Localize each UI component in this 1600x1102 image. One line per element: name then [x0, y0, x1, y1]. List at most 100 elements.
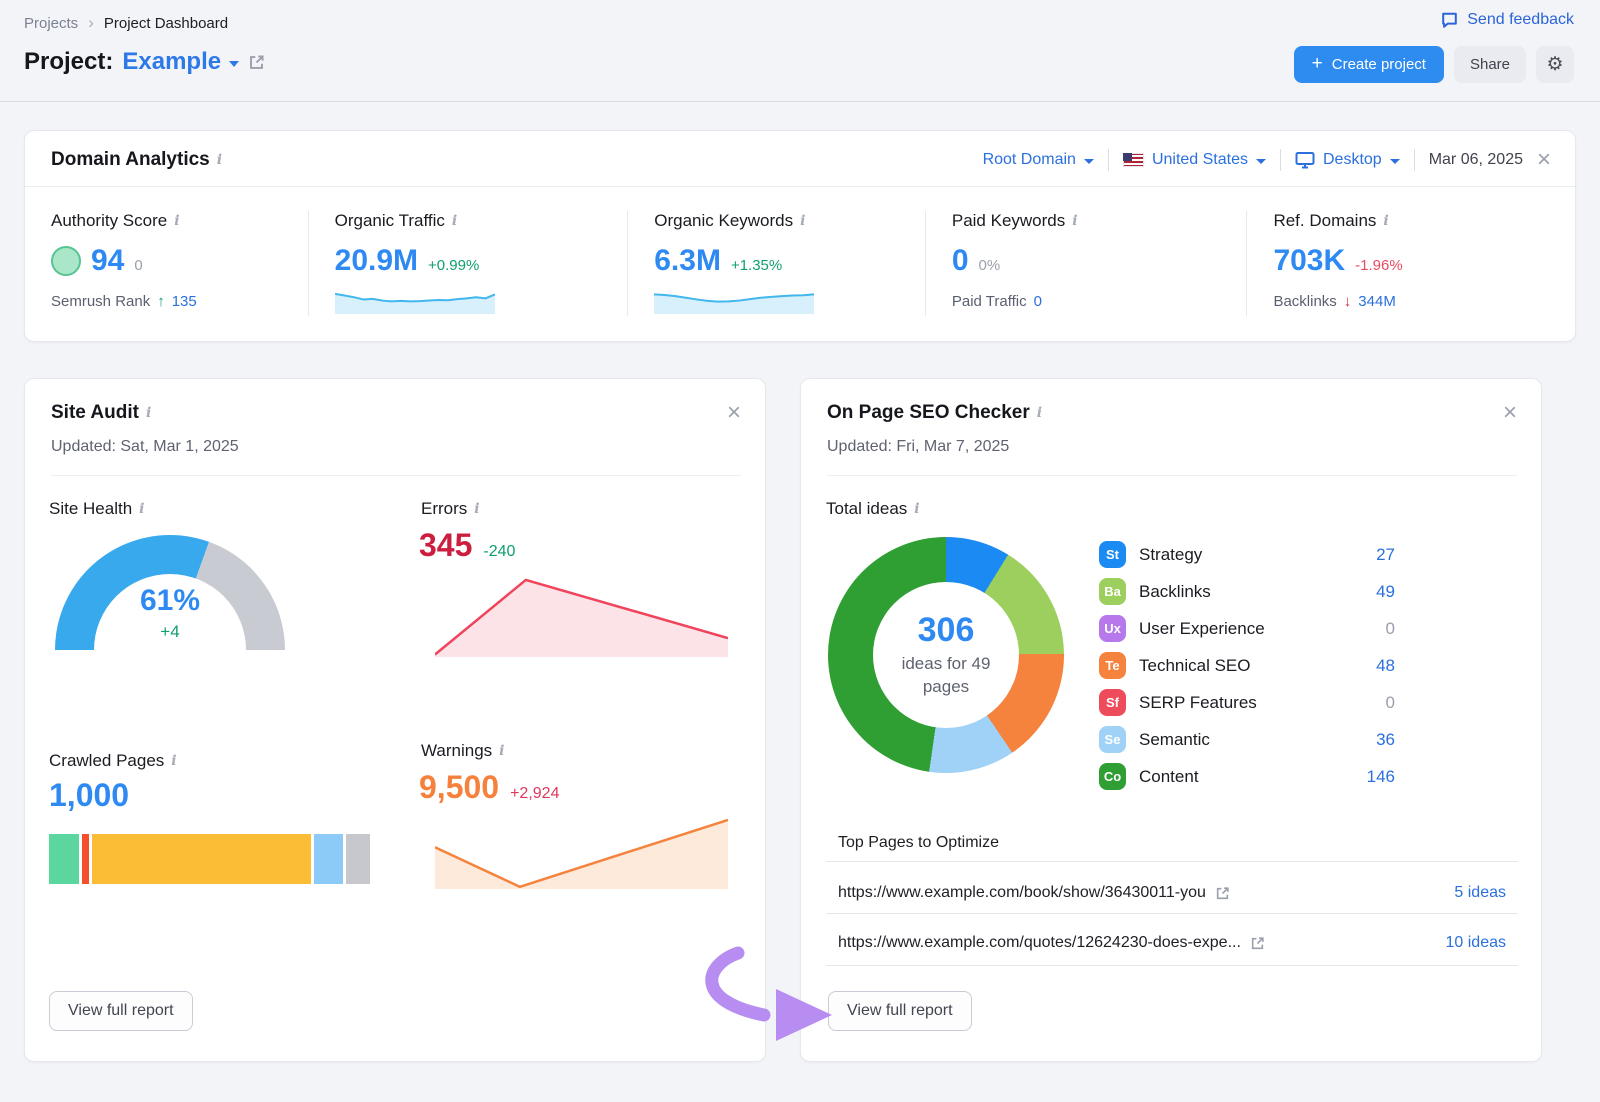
domain-analytics-metrics: Authority Score i 94 0 Semrush Rank ↑ 13…: [25, 187, 1575, 316]
ref-domains-value[interactable]: 703K: [1273, 244, 1345, 278]
close-icon[interactable]: ×: [727, 401, 741, 425]
ideas-legend: St Strategy 27 Ba Backlinks 49 Ux User E…: [1099, 536, 1395, 795]
semantic-count[interactable]: 36: [1376, 730, 1395, 750]
semrush-rank-value[interactable]: 135: [172, 293, 197, 310]
organic-keywords-value[interactable]: 6.3M: [654, 244, 721, 278]
project-name: Example: [122, 48, 221, 76]
errors-value[interactable]: 345: [419, 527, 472, 564]
info-icon[interactable]: i: [914, 501, 919, 517]
total-ideas-donut-chart: 306 ideas for 49 pages: [828, 537, 1064, 773]
technical-seo-count[interactable]: 48: [1376, 656, 1395, 676]
top-page-url: https://www.example.com/quotes/12624230-…: [838, 934, 1241, 952]
legend-row-strategy: St Strategy 27: [1099, 536, 1395, 573]
total-ideas-block: Total ideas i: [826, 499, 920, 519]
root-domain-dropdown[interactable]: Root Domain: [983, 151, 1094, 169]
backlinks-count[interactable]: 49: [1376, 582, 1395, 602]
external-link-icon: [1215, 886, 1230, 901]
crawled-pages-bar-segment: [346, 834, 370, 884]
us-flag-icon: [1123, 153, 1144, 167]
info-icon[interactable]: i: [1072, 213, 1077, 229]
site-audit-panel: Site Audit i × Updated: Sat, Mar 1, 2025…: [24, 378, 766, 1062]
chevron-down-icon: [1256, 159, 1266, 164]
filter-divider: [1280, 149, 1281, 171]
organic-keywords-sparkline: [654, 286, 814, 314]
settings-button[interactable]: ⚙: [1536, 46, 1574, 83]
project-selector[interactable]: Example: [122, 48, 239, 76]
header-actions: + Create project Share ⚙: [1294, 46, 1574, 83]
legend-row-technical-seo: Te Technical SEO 48: [1099, 647, 1395, 684]
serp-features-badge-icon: Sf: [1099, 689, 1126, 716]
top-page-url-link[interactable]: https://www.example.com/book/show/364300…: [838, 884, 1230, 902]
site-health-block: Site Health i: [49, 499, 145, 519]
create-project-button[interactable]: + Create project: [1294, 46, 1444, 83]
external-link-icon[interactable]: [248, 54, 265, 71]
user-experience-count: 0: [1386, 619, 1395, 639]
on-page-seo-updated: Updated: Fri, Mar 7, 2025: [827, 438, 1517, 456]
top-page-url-link[interactable]: https://www.example.com/quotes/12624230-…: [838, 934, 1265, 952]
domain-analytics-header: Domain Analytics i Root Domain United St…: [25, 131, 1575, 187]
site-audit-view-full-report-button[interactable]: View full report: [49, 991, 193, 1031]
domain-analytics-panel: Domain Analytics i Root Domain United St…: [24, 130, 1576, 342]
donut-caption-line1: ideas for 49: [902, 654, 991, 673]
technical-seo-badge-icon: Te: [1099, 652, 1126, 679]
crawled-pages-bar-segment: [92, 834, 310, 884]
seo-view-full-report-button[interactable]: View full report: [828, 991, 972, 1031]
warnings-value[interactable]: 9,500: [419, 769, 499, 806]
plus-icon: +: [1312, 53, 1323, 75]
country-dropdown[interactable]: United States: [1123, 151, 1266, 169]
errors-delta: -240: [483, 543, 515, 561]
arrow-down-icon: ↓: [1344, 293, 1352, 310]
strategy-label: Strategy: [1139, 545, 1202, 565]
device-dropdown[interactable]: Desktop: [1295, 151, 1400, 169]
info-icon[interactable]: i: [800, 213, 805, 229]
info-icon[interactable]: i: [146, 405, 151, 421]
info-icon[interactable]: i: [217, 152, 222, 168]
info-icon[interactable]: i: [174, 213, 179, 229]
device-label: Desktop: [1323, 151, 1382, 169]
crawled-pages-label: Crawled Pages: [49, 751, 164, 771]
backlinks-label: Backlinks: [1273, 293, 1336, 310]
domain-analytics-filters: Root Domain United States Desktop Mar 06…: [983, 148, 1551, 172]
paid-keywords-value[interactable]: 0: [952, 244, 969, 278]
strategy-count[interactable]: 27: [1376, 545, 1395, 565]
close-icon[interactable]: ×: [1537, 148, 1551, 172]
crawled-pages-value[interactable]: 1,000: [49, 777, 129, 814]
info-icon[interactable]: i: [171, 753, 176, 769]
info-icon[interactable]: i: [474, 501, 479, 517]
paid-keywords-label: Paid Keywords: [952, 211, 1065, 231]
semantic-badge-icon: Se: [1099, 726, 1126, 753]
authority-score-value[interactable]: 94: [91, 244, 124, 278]
share-button[interactable]: Share: [1454, 46, 1526, 83]
send-feedback-label: Send feedback: [1467, 11, 1574, 29]
info-icon[interactable]: i: [1383, 213, 1388, 229]
close-icon[interactable]: ×: [1503, 401, 1517, 425]
chevron-down-icon: [229, 61, 239, 67]
serp-features-label: SERP Features: [1139, 693, 1257, 713]
filter-divider: [1414, 149, 1415, 171]
date-selector[interactable]: Mar 06, 2025: [1429, 151, 1523, 169]
crawled-pages-block: Crawled Pages i: [49, 751, 177, 771]
crawled-pages-bar-segment: [82, 834, 90, 884]
site-health-delta: +4: [55, 622, 285, 642]
send-feedback-link[interactable]: Send feedback: [1440, 11, 1574, 29]
breadcrumb-projects[interactable]: Projects: [24, 15, 78, 32]
ideas-count-link[interactable]: 5 ideas: [1454, 884, 1506, 902]
info-icon[interactable]: i: [1037, 405, 1042, 421]
content-count[interactable]: 146: [1367, 767, 1395, 787]
organic-keywords-delta: +1.35%: [731, 257, 782, 274]
info-icon[interactable]: i: [452, 213, 457, 229]
feedback-bubble-icon: [1440, 11, 1459, 29]
organic-traffic-value[interactable]: 20.9M: [335, 244, 418, 278]
paid-traffic-value[interactable]: 0: [1034, 293, 1042, 310]
top-page-row: https://www.example.com/quotes/12624230-…: [838, 925, 1506, 961]
info-icon[interactable]: i: [499, 743, 504, 759]
backlinks-idea-label: Backlinks: [1139, 582, 1211, 602]
ideas-count-link[interactable]: 10 ideas: [1446, 934, 1507, 952]
backlinks-value[interactable]: 344M: [1358, 293, 1396, 310]
content-badge-icon: Co: [1099, 763, 1126, 790]
strategy-badge-icon: St: [1099, 541, 1126, 568]
authority-score-metric: Authority Score i 94 0 Semrush Rank ↑ 13…: [25, 211, 308, 316]
top-page-row: https://www.example.com/book/show/364300…: [838, 875, 1506, 911]
info-icon[interactable]: i: [139, 501, 144, 517]
legend-row-semantic: Se Semantic 36: [1099, 721, 1395, 758]
